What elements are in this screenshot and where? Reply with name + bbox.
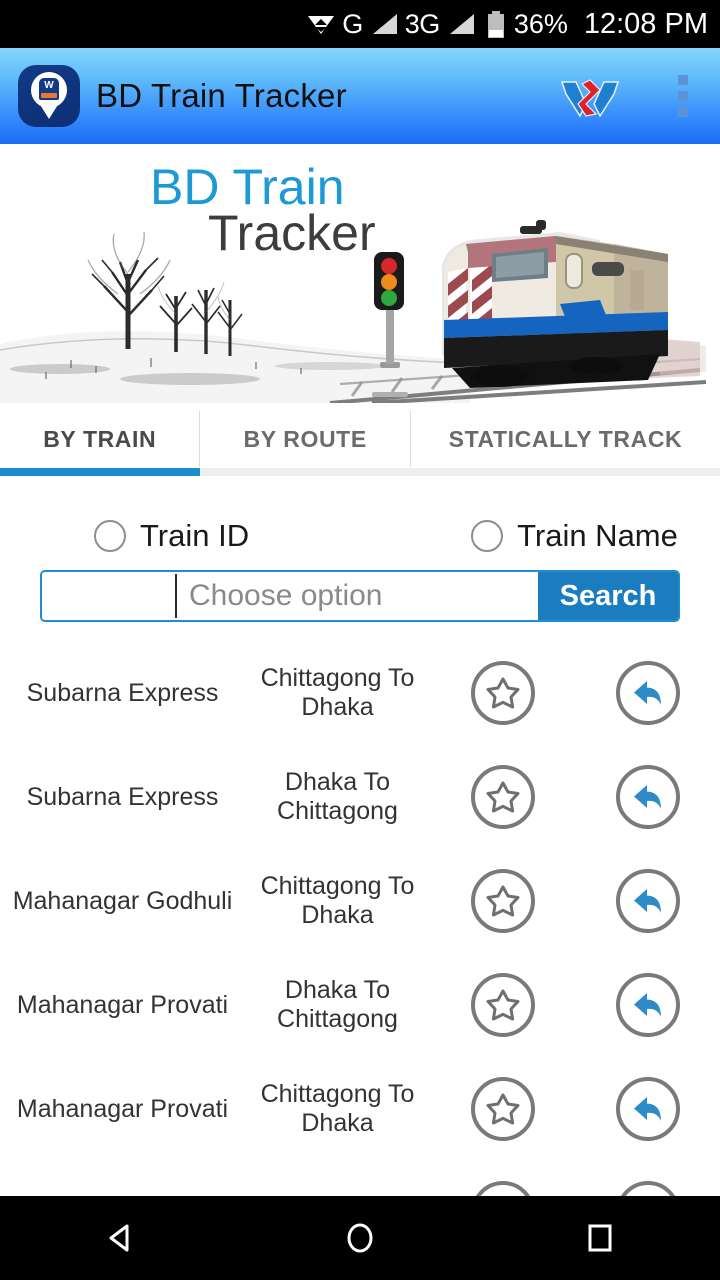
search-button[interactable]: Search [538,572,678,620]
star-icon[interactable] [470,869,535,933]
train-name: Mahanagar Provati [16,1094,229,1123]
favorite-button[interactable] [430,869,575,933]
track-button[interactable] [575,661,720,725]
wifi-signal-icon [306,12,336,36]
track-button[interactable] [575,1077,720,1141]
table-row[interactable]: Mahanagar Provati Dhaka To Chittagong [0,953,720,1057]
network-type-3g: 3G [404,8,441,39]
search-mode-radio-group: Train ID Train Name [0,505,720,567]
tab-by-route[interactable]: BY ROUTE [200,403,409,475]
home-circle-icon[interactable] [300,1196,420,1280]
tab-by-route-label: BY ROUTE [243,425,367,452]
recents-square-icon[interactable] [540,1196,660,1280]
tab-statically-track-label: STATICALLY TRACK [448,425,683,452]
radio-train-name-circle-icon[interactable] [471,520,504,552]
back-arrow-icon[interactable] [615,661,680,725]
search-bar: Choose option Search [40,570,680,622]
train-name: Subarna Express [26,678,219,707]
radio-train-name-label: Train Name [517,518,678,553]
train-list[interactable]: Subarna Express Chittagong To Dhaka Suba… [0,641,720,1196]
table-row[interactable]: Mahanagar Godhuli Chittagong To Dhaka [0,849,720,953]
train-route: Chittagong To Dhaka [260,664,415,721]
favorite-button[interactable] [430,765,575,829]
train-route: Dhaka To Chittagong [277,768,398,825]
star-icon[interactable] [470,1181,535,1196]
train-name: Mahanagar Provati [16,990,229,1019]
train-route: Dhaka To Chittagong [277,976,398,1033]
track-button[interactable] [575,869,720,933]
signal-bars-1-icon [369,12,399,36]
tab-active-indicator [0,468,200,476]
signal-bars-2-icon [446,12,476,36]
app-bar: W BD Train Tracker [0,48,720,144]
back-arrow-icon[interactable] [615,1181,680,1196]
banner-image: BD Train Tracker [0,144,720,403]
radio-train-id-circle-icon[interactable] [94,520,126,552]
battery-icon [487,10,504,38]
train-route: Chittagong To Dhaka [260,872,415,929]
star-icon[interactable] [470,973,535,1037]
status-bar: G 3G 36% 12:08 PM [0,0,720,48]
android-nav-bar [0,1196,720,1280]
train-name: Subarna Express [26,782,219,811]
star-icon[interactable] [470,1077,535,1141]
table-row[interactable]: Subarna Express Chittagong To Dhaka [0,641,720,745]
tab-by-train-label: BY TRAIN [43,425,157,452]
track-button[interactable] [575,973,720,1037]
star-icon[interactable] [470,661,535,725]
back-triangle-icon[interactable] [60,1196,180,1280]
network-type-g: G [342,8,363,39]
clock: 12:08 PM [583,7,708,40]
table-row[interactable] [0,1161,720,1196]
battery-percent: 36% [513,8,568,39]
table-row[interactable]: Mahanagar Provati Chittagong To Dhaka [0,1057,720,1161]
back-arrow-icon[interactable] [615,869,680,933]
table-row[interactable]: Subarna Express Dhaka To Chittagong [0,745,720,849]
back-arrow-icon[interactable] [615,973,680,1037]
w-brand-icon[interactable] [560,74,620,118]
star-icon[interactable] [470,765,535,829]
tab-statically-track[interactable]: STATICALLY TRACK [411,403,720,475]
phone-screen: G 3G 36% 12:08 PM W BD Train Tracker BD … [0,0,720,1280]
banner-artwork [0,220,707,403]
tab-bar: BY TRAIN BY ROUTE STATICALLY TRACK [0,403,720,475]
train-name: Mahanagar Godhuli [12,886,233,915]
radio-train-id-label: Train ID [140,518,250,553]
tab-by-train[interactable]: BY TRAIN [0,403,199,475]
track-button[interactable] [575,765,720,829]
favorite-button[interactable] [430,1181,575,1196]
track-button[interactable] [575,1181,720,1196]
search-prefix-area[interactable] [42,572,175,620]
page-title: BD Train Tracker [96,77,347,114]
train-route: Chittagong To Dhaka [260,1080,415,1137]
status-bar-icons: G 3G 36% 12:08 PM [306,7,708,40]
back-arrow-icon[interactable] [615,765,680,829]
overflow-menu-icon[interactable] [678,75,688,117]
radio-train-id[interactable]: Train ID [94,518,249,554]
locomotive [442,220,706,388]
back-arrow-icon[interactable] [615,1077,680,1141]
favorite-button[interactable] [430,973,575,1037]
search-input[interactable]: Choose option [177,572,538,620]
favorite-button[interactable] [430,661,575,725]
favorite-button[interactable] [430,1077,575,1141]
train-pin-logo-icon: W [18,65,80,127]
radio-train-name[interactable]: Train Name [471,518,678,554]
